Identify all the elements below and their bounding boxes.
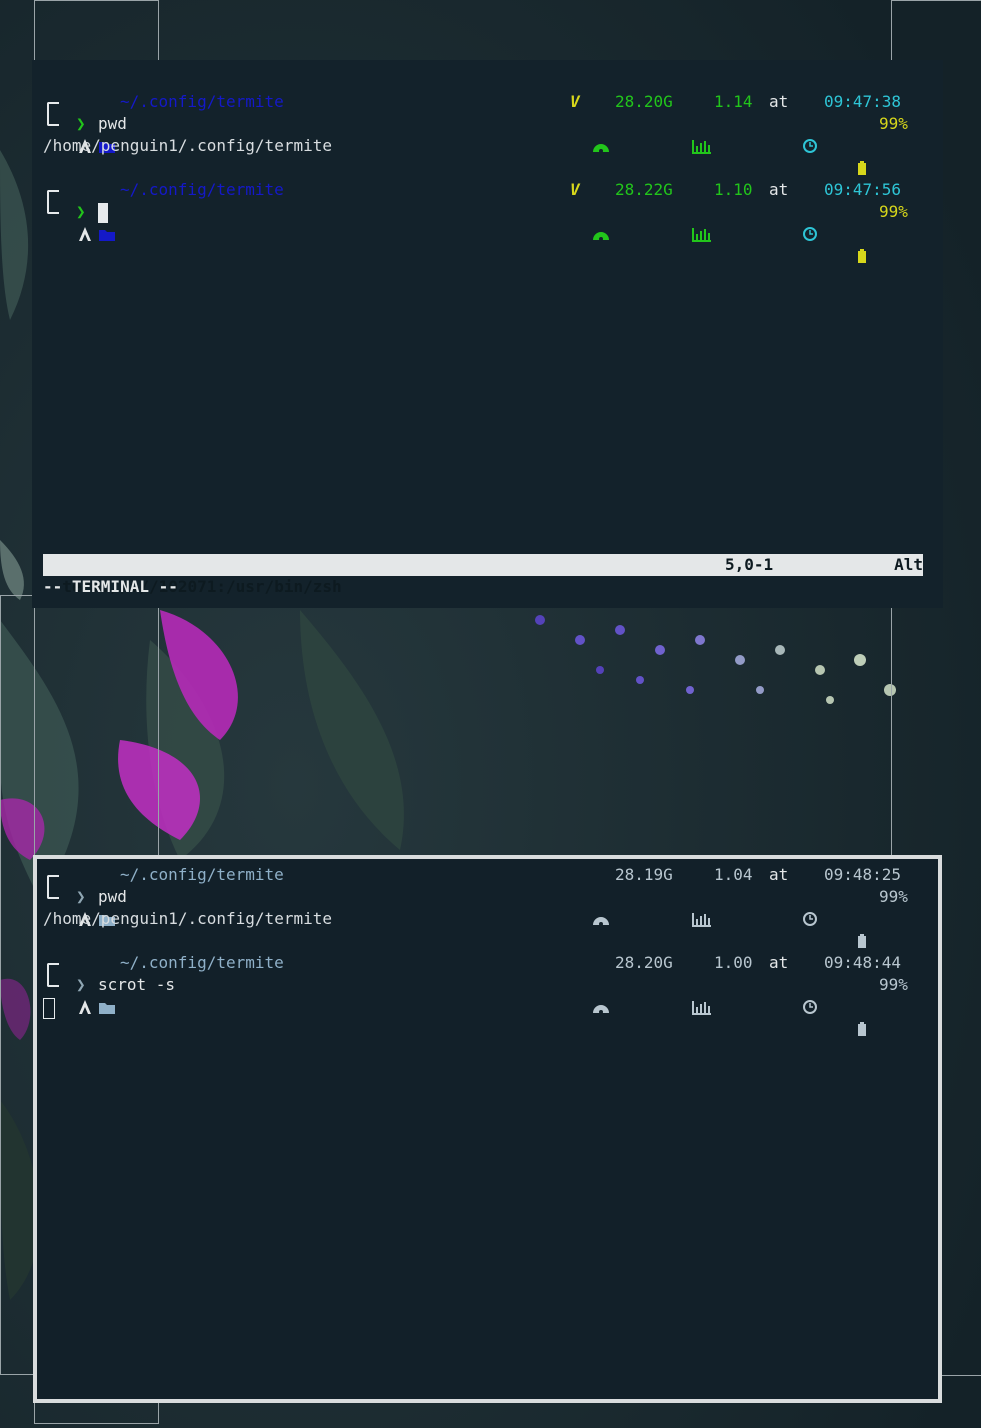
prompt-chevron: ❯	[76, 202, 86, 221]
battery-level: 99%	[879, 975, 908, 994]
folder-icon	[98, 179, 117, 241]
cursor-position: 5,0-1	[725, 555, 774, 574]
prompt-bracket	[47, 102, 59, 126]
vi-mode-indicator: V	[570, 180, 580, 199]
prompt-time: 09:48:44	[824, 953, 902, 972]
vi-mode-indicator: V	[570, 92, 580, 111]
folder-icon	[98, 952, 117, 1014]
command-output: /home/penguin1/.config/termite	[43, 136, 332, 155]
prompt-chevron: ❯	[76, 114, 86, 133]
command-text: pwd	[98, 114, 127, 133]
load-chart-icon	[692, 179, 712, 242]
clock-icon	[801, 952, 820, 1014]
memory-gauge-icon	[592, 179, 611, 241]
prompt-bracket	[47, 875, 59, 899]
mode-indicator: -- TERMINAL --	[43, 577, 178, 596]
at-label: at	[769, 953, 789, 972]
prompt-time: 09:47:38	[824, 92, 902, 111]
command-output: /home/penguin1/.config/termite	[43, 909, 332, 928]
clock-icon	[801, 91, 820, 153]
prompt-path: ~/.config/termite	[120, 92, 284, 111]
prompt-path: ~/.config/termite	[120, 953, 284, 972]
load-average: 1.14	[714, 92, 753, 111]
battery-level: 99%	[879, 114, 908, 133]
memory-usage: 28.20G	[615, 92, 673, 111]
battery-level: 99%	[879, 887, 908, 906]
memory-usage: 28.20G	[615, 953, 673, 972]
load-chart-icon	[692, 864, 712, 927]
arch-logo-icon	[77, 179, 96, 241]
command-text: scrot -s	[98, 975, 176, 994]
prompt-chevron: ❯	[76, 887, 86, 906]
battery-icon	[856, 113, 875, 175]
battery-icon	[856, 201, 875, 263]
folder-icon	[98, 864, 117, 926]
prompt-chevron: ❯	[76, 975, 86, 994]
at-label: at	[769, 180, 789, 199]
load-chart-icon	[692, 952, 712, 1015]
memory-usage: 28.22G	[615, 180, 673, 199]
memory-gauge-icon	[592, 864, 611, 926]
text-cursor	[98, 201, 108, 223]
prompt-time: 09:48:25	[824, 865, 902, 884]
prompt-time: 09:47:56	[824, 180, 902, 199]
memory-gauge-icon	[592, 91, 611, 153]
at-label: at	[769, 92, 789, 111]
arch-logo-icon	[77, 864, 96, 926]
neovim-statusline: term://.//102071:/usr/bin/zsh 5,0-1 Alt	[43, 554, 923, 596]
battery-level: 99%	[879, 202, 908, 221]
at-label: at	[769, 865, 789, 884]
prompt-bracket	[47, 190, 59, 214]
scroll-indicator: Alt	[894, 555, 923, 574]
load-average: 1.00	[714, 953, 753, 972]
clock-icon	[801, 179, 820, 241]
load-chart-icon	[692, 91, 712, 154]
prompt-path: ~/.config/termite	[120, 180, 284, 199]
battery-icon	[856, 974, 875, 1036]
command-text: pwd	[98, 887, 127, 906]
prompt-path: ~/.config/termite	[120, 865, 284, 884]
text-cursor	[43, 998, 55, 1019]
load-average: 1.10	[714, 180, 753, 199]
folder-icon	[98, 91, 117, 153]
memory-usage: 28.19G	[615, 865, 673, 884]
prompt-bracket	[47, 963, 59, 987]
battery-icon	[856, 886, 875, 948]
memory-gauge-icon	[592, 952, 611, 1014]
arch-logo-icon	[77, 91, 96, 153]
clock-icon	[801, 864, 820, 926]
load-average: 1.04	[714, 865, 753, 884]
arch-logo-icon	[77, 952, 96, 1014]
